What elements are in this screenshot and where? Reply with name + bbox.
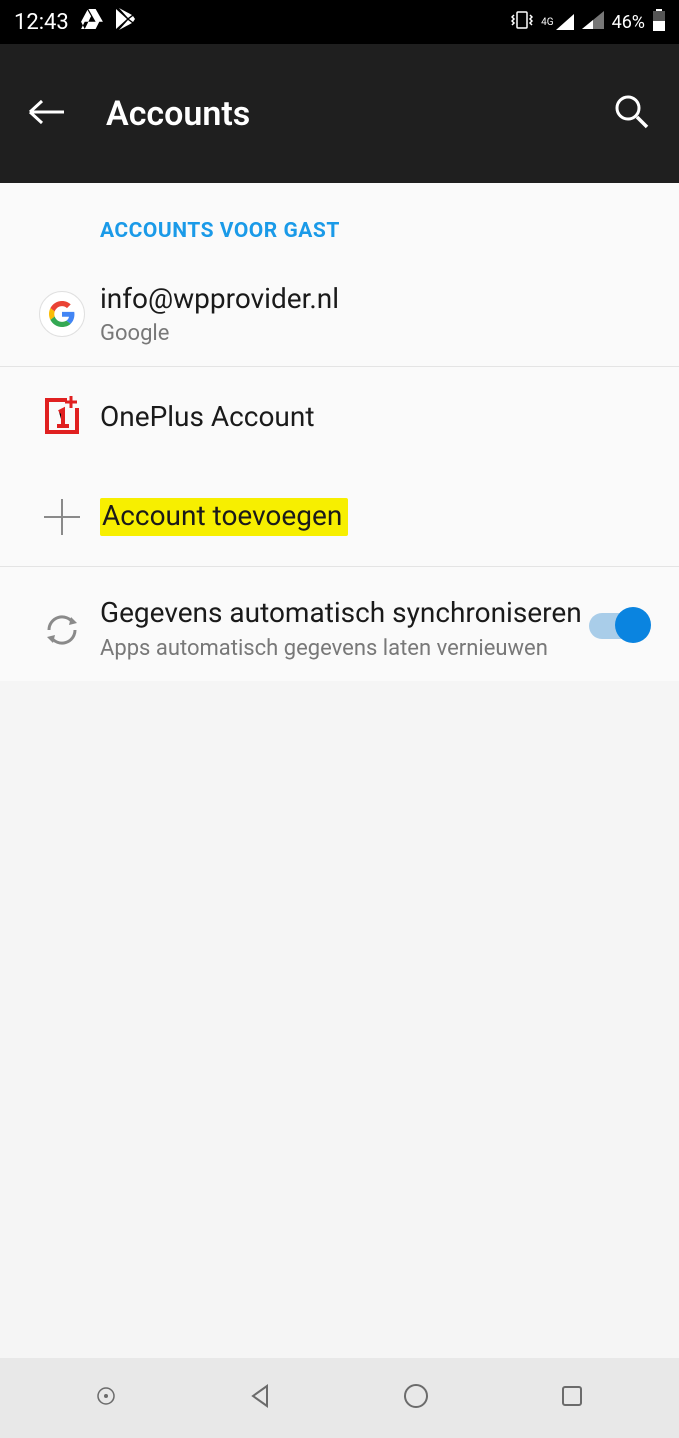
status-right: 4G 46% (511, 9, 665, 35)
add-account-row[interactable]: Account toevoegen (0, 467, 679, 567)
search-button[interactable] (613, 93, 651, 135)
play-store-icon (115, 8, 135, 36)
nav-back-icon[interactable] (247, 1383, 273, 1413)
status-bar: 12:43 4G 46% (0, 0, 679, 44)
section-header-accounts: ACCOUNTS VOOR GAST (0, 183, 679, 261)
sync-icon (43, 611, 81, 653)
content: ACCOUNTS VOOR GAST info@wpprovider.nl Go… (0, 183, 679, 681)
nav-extra-icon[interactable] (95, 1385, 117, 1411)
auto-sync-row[interactable]: Gegevens automatisch synchroniseren Apps… (0, 567, 679, 681)
account-row-oneplus[interactable]: OnePlus Account (0, 367, 679, 467)
status-left: 12:43 (14, 8, 135, 36)
sync-title: Gegevens automatisch synchroniseren (100, 595, 589, 630)
signal-icon (582, 11, 604, 33)
page-title: Accounts (106, 94, 250, 134)
battery-percent: 46% (612, 12, 645, 33)
drive-icon (81, 9, 103, 35)
sync-subtitle: Apps automatisch gegevens laten vernieuw… (100, 636, 589, 661)
nav-recents-icon[interactable] (560, 1384, 584, 1412)
account-row-google[interactable]: info@wpprovider.nl Google (0, 261, 679, 367)
oneplus-icon (41, 394, 83, 440)
account-email: info@wpprovider.nl (100, 281, 655, 317)
add-account-label: Account toevoegen (100, 498, 348, 536)
vibrate-icon (511, 11, 533, 33)
status-time: 12:43 (14, 10, 69, 35)
plus-icon (42, 497, 82, 537)
battery-icon (653, 9, 665, 35)
signal-4g-icon: 4G (541, 14, 573, 30)
back-button[interactable] (28, 98, 66, 130)
oneplus-account-label: OnePlus Account (100, 399, 655, 435)
nav-home-icon[interactable] (402, 1382, 430, 1414)
navigation-bar (0, 1358, 679, 1438)
google-icon (39, 291, 85, 337)
sync-toggle[interactable] (589, 613, 647, 639)
account-provider: Google (100, 321, 655, 346)
app-bar: Accounts (0, 44, 679, 183)
